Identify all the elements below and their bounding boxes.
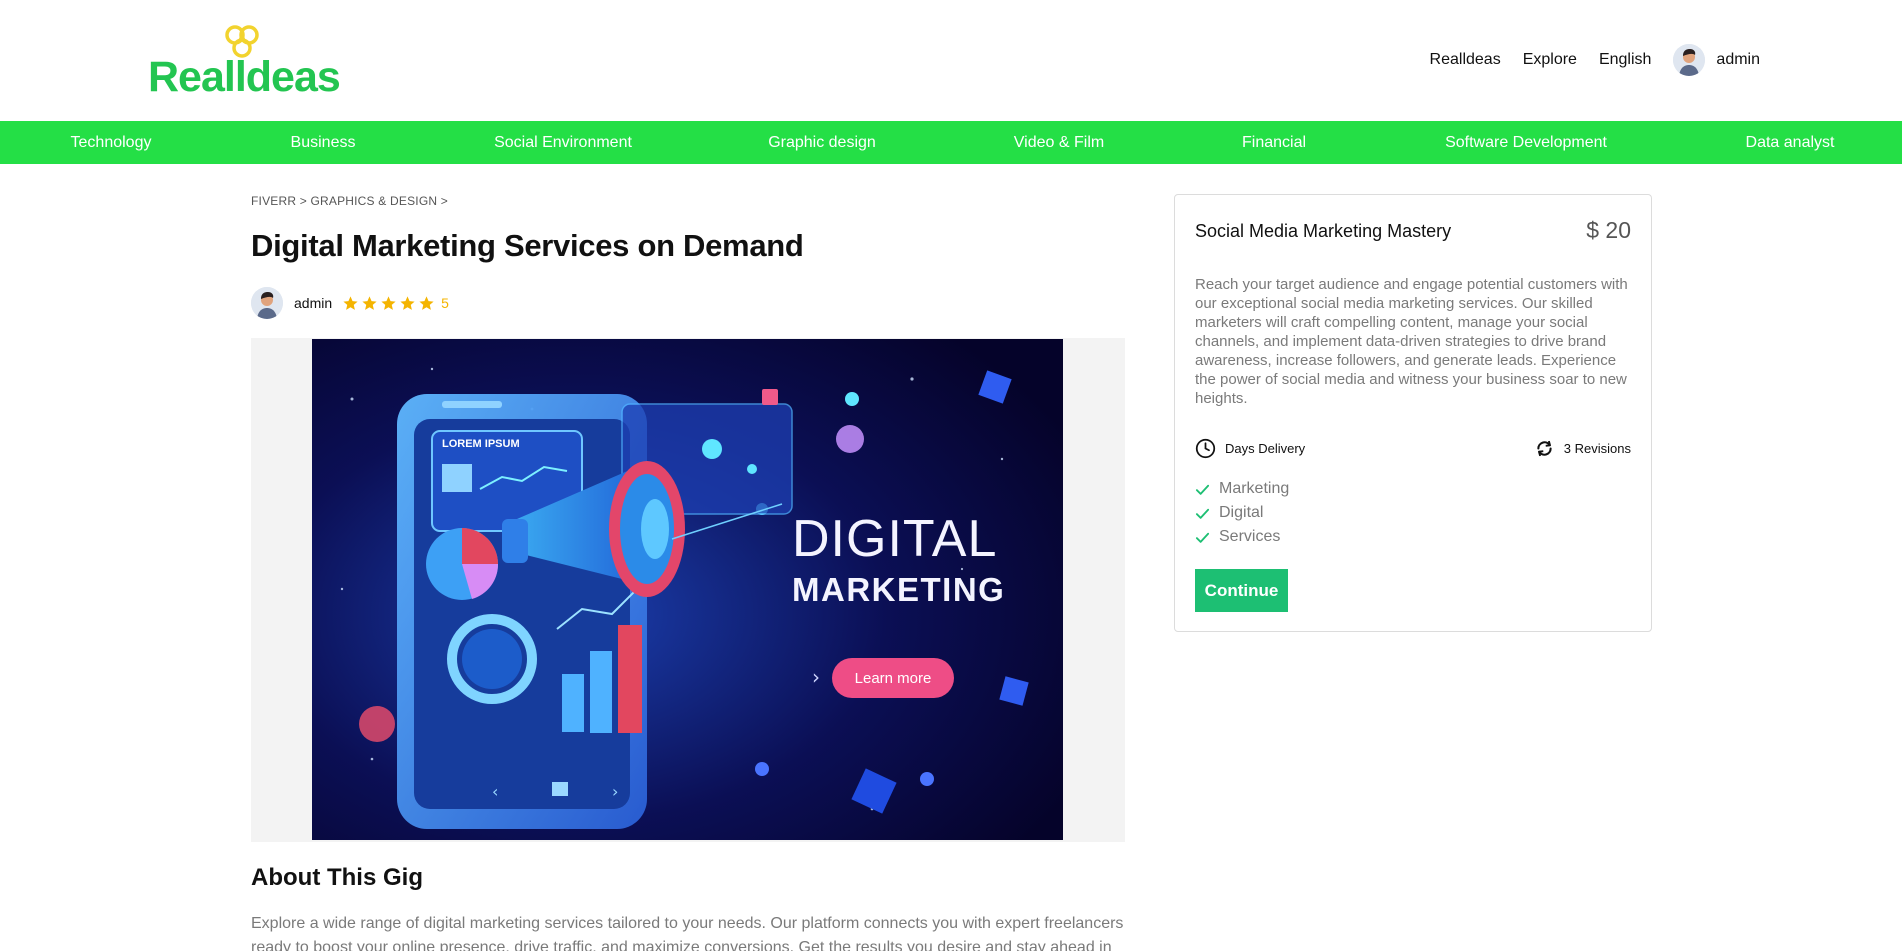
- delivery-label: Days Delivery: [1225, 440, 1306, 456]
- feature-list: Marketing Digital Services: [1195, 477, 1289, 549]
- page-title: Digital Marketing Services on Demand: [251, 228, 804, 263]
- image-cta: Learn more: [855, 670, 932, 687]
- feature-label: Digital: [1219, 504, 1264, 521]
- svg-text:‹: ‹: [492, 782, 498, 801]
- check-icon: [1195, 532, 1210, 543]
- package-title: Social Media Marketing Mastery: [1195, 221, 1452, 241]
- package-price: $ 20: [1586, 217, 1631, 243]
- check-icon: [1195, 508, 1210, 519]
- rating-value: 5: [441, 295, 449, 311]
- list-item: Services: [1195, 525, 1289, 549]
- revisions-info: 3 Revisions: [1534, 438, 1631, 459]
- seller-avatar-icon: [251, 287, 283, 319]
- gig-gallery: LOREM IPSUM ‹ › DIGITAL MARKETING › Lear…: [251, 338, 1125, 842]
- category-technology[interactable]: Technology: [71, 121, 152, 164]
- image-headline-1: DIGITAL: [792, 510, 997, 568]
- site-header: Realldeas Realldeas Explore English admi…: [0, 0, 1902, 121]
- continue-button[interactable]: Continue: [1195, 569, 1288, 612]
- feature-label: Services: [1219, 528, 1281, 545]
- about-title: About This Gig: [251, 864, 423, 891]
- category-social-environment[interactable]: Social Environment: [494, 121, 632, 164]
- feature-label: Marketing: [1219, 480, 1290, 497]
- category-video-film[interactable]: Video & Film: [1014, 121, 1104, 164]
- gig-image[interactable]: LOREM IPSUM ‹ › DIGITAL MARKETING › Lear…: [312, 339, 1063, 840]
- avatar: [1673, 44, 1706, 76]
- avatar[interactable]: [251, 287, 283, 319]
- refresh-icon: [1537, 440, 1552, 456]
- category-software-development[interactable]: Software Development: [1445, 121, 1607, 164]
- category-business[interactable]: Business: [291, 121, 356, 164]
- star-icon: [381, 295, 396, 310]
- star-icon: [419, 295, 434, 310]
- star-icon: [400, 295, 415, 310]
- seller-info: admin 5: [251, 287, 449, 319]
- star-rating: 5: [342, 295, 449, 312]
- image-headline-2: MARKETING: [792, 571, 1005, 608]
- delivery-info: Days Delivery: [1195, 438, 1305, 459]
- package-description: Reach your target audience and engage po…: [1195, 276, 1628, 407]
- category-bar: Technology Business Social Environment G…: [0, 121, 1902, 164]
- about-text: Explore a wide range of digital marketin…: [251, 915, 1124, 951]
- revisions-label: 3 Revisions: [1563, 440, 1631, 456]
- top-nav: Realldeas Explore English admin: [1408, 42, 1760, 78]
- list-item: Digital: [1195, 501, 1289, 525]
- package-meta: Days Delivery 3 Revisions: [1195, 437, 1631, 459]
- nav-link-realldeas[interactable]: Realldeas: [1430, 51, 1501, 69]
- breadcrumb[interactable]: FIVERR > GRAPHICS & DESIGN >: [251, 194, 448, 208]
- seller-name[interactable]: admin: [294, 295, 332, 311]
- nav-link-explore[interactable]: Explore: [1523, 51, 1577, 69]
- nav-link-language[interactable]: English: [1599, 51, 1651, 69]
- list-item: Marketing: [1195, 477, 1289, 501]
- site-logo[interactable]: Realldeas: [148, 22, 348, 101]
- package-card: Social Media Marketing Mastery $ 20 Reac…: [1174, 194, 1652, 632]
- svg-text:›: ›: [812, 665, 820, 689]
- user-avatar-icon: [1673, 44, 1706, 76]
- star-icon: [362, 295, 377, 310]
- category-financial[interactable]: Financial: [1242, 121, 1306, 164]
- category-data-analyst[interactable]: Data analyst: [1746, 121, 1835, 164]
- star-icon: [343, 295, 358, 310]
- logo-wordmark: Realldeas: [148, 53, 341, 101]
- clock-icon: [1195, 438, 1216, 458]
- check-icon: [1195, 484, 1210, 495]
- digital-marketing-illustration: LOREM IPSUM ‹ › DIGITAL MARKETING › Lear…: [312, 339, 1063, 840]
- svg-text:›: ›: [612, 782, 618, 801]
- category-graphic-design[interactable]: Graphic design: [768, 121, 876, 164]
- screen-label: LOREM IPSUM: [442, 438, 520, 450]
- user-menu[interactable]: admin: [1673, 44, 1760, 76]
- user-name: admin: [1716, 51, 1760, 68]
